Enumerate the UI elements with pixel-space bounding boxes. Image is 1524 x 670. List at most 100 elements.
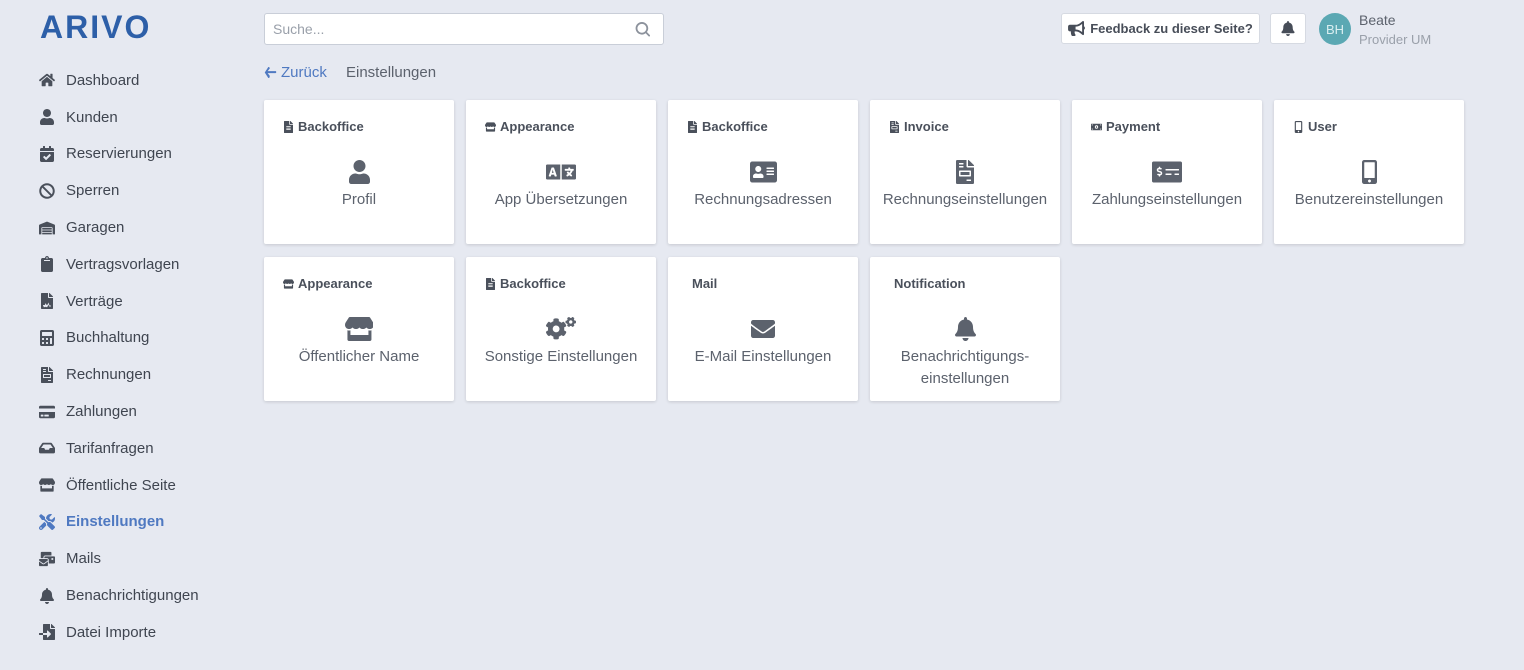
card-category: Mail	[692, 276, 717, 291]
card-category-label: Backoffice	[702, 119, 768, 134]
settings-card[interactable]: Backoffice Profil	[264, 100, 454, 244]
breadcrumb-current: Einstellungen	[346, 64, 437, 81]
arivo-logo[interactable]: ARIVO	[40, 10, 160, 46]
sidebar-item-datei-importe[interactable]: Datei Importe	[0, 614, 240, 651]
mail-bulk-icon	[38, 550, 55, 567]
avatar[interactable]: BH	[1319, 13, 1351, 45]
avatar-initials: BH	[1325, 21, 1345, 37]
sidebar-item-label: Verträge	[66, 292, 123, 310]
file-signature-icon	[38, 293, 55, 310]
bullhorn-icon	[1068, 21, 1086, 36]
card-category: Backoffice	[485, 276, 566, 291]
card-category: Payment	[1091, 119, 1160, 134]
user-icon	[264, 160, 454, 184]
cogs-icon	[466, 317, 656, 341]
settings-card[interactable]: Backoffice Sonstige Einstellungen	[466, 257, 656, 401]
card-title: Rechnungsadressen	[694, 191, 832, 208]
sidebar-item-kunden[interactable]: Kunden	[0, 99, 240, 136]
file-import-icon	[38, 624, 55, 641]
sidebar-item-garagen[interactable]: Garagen	[0, 209, 240, 246]
settings-card[interactable]: User Benutzereinstellungen	[1274, 100, 1464, 244]
card-title: Profil	[341, 191, 377, 208]
calculator-icon	[38, 329, 55, 346]
card-category-label: Backoffice	[500, 276, 566, 291]
sidebar: ARIVO Dashboard Kunden Reservierungen Sperr…	[0, 0, 240, 670]
user-icon	[38, 109, 55, 126]
sidebar-item-label: Benachrichtigungen	[66, 587, 199, 605]
sidebar-item-mails[interactable]: Mails	[0, 540, 240, 577]
card-category-label: Notification	[894, 276, 966, 291]
arrow-left-icon	[264, 67, 277, 79]
home-icon	[38, 72, 55, 89]
envelope-icon	[668, 317, 858, 341]
store-icon	[283, 278, 298, 290]
inbox-icon	[38, 440, 55, 457]
feedback-button[interactable]: Feedback zu dieser Seite?	[1061, 13, 1260, 44]
money-bill-icon	[1091, 121, 1106, 133]
sidebar-item-einstellungen[interactable]: Einstellungen	[0, 504, 240, 541]
sidebar-item-öffentliche-seite[interactable]: Öffentliche Seite	[0, 467, 240, 504]
sidebar-item-vertragsvorlagen[interactable]: Vertragsvorlagen	[0, 246, 240, 283]
settings-card[interactable]: Invoice Rechnungseinstellungen	[870, 100, 1060, 244]
sidebar-item-label: Mails	[66, 550, 102, 568]
sidebar-item-rechnungen[interactable]: Rechnungen	[0, 356, 240, 393]
search-input[interactable]	[265, 21, 627, 37]
sidebar-item-verträge[interactable]: Verträge	[0, 283, 240, 320]
card-title: App Übersetzungen	[494, 191, 628, 208]
svg-text:ARIVO: ARIVO	[40, 10, 151, 45]
money-check-icon	[1072, 160, 1262, 184]
mobile-icon	[1293, 120, 1308, 133]
sidebar-item-reservierungen[interactable]: Reservierungen	[0, 136, 240, 173]
card-title: Öffentlicher Name	[298, 348, 420, 365]
bell-icon	[1281, 21, 1295, 36]
card-category: Invoice	[889, 119, 949, 134]
calendar-check-icon	[38, 145, 55, 162]
card-title: Zahlungseinstellungen	[1091, 191, 1243, 208]
back-label: Zurück	[281, 64, 327, 81]
card-category: User	[1293, 119, 1337, 134]
sidebar-item-label: Reservierungen	[66, 145, 172, 163]
sidebar-item-buchhaltung[interactable]: Buchhaltung	[0, 320, 240, 357]
sidebar-item-label: Garagen	[66, 219, 125, 237]
card-title: E-Mail Einstellungen	[694, 348, 832, 365]
settings-card[interactable]: Appearance App Übersetzungen	[466, 100, 656, 244]
sidebar-item-benachrichtigungen[interactable]: Benachrichtigungen	[0, 577, 240, 614]
card-category: Backoffice	[687, 119, 768, 134]
settings-card[interactable]: Appearance Öffentlicher Name	[264, 257, 454, 401]
sidebar-item-label: Tarifanfragen	[66, 439, 154, 457]
settings-card[interactable]: Backoffice Rechnungsadressen	[668, 100, 858, 244]
sidebar-item-dashboard[interactable]: Dashboard	[0, 62, 240, 99]
sidebar-item-label: Buchhaltung	[66, 329, 150, 347]
sidebar-item-label: Sperren	[66, 182, 120, 200]
sidebar-item-sperren[interactable]: Sperren	[0, 172, 240, 209]
store-icon	[38, 477, 55, 494]
sidebar-item-tarifanfragen[interactable]: Tarifanfragen	[0, 430, 240, 467]
sidebar-item-label: Einstellungen	[66, 513, 165, 531]
sidebar-item-label: Zahlungen	[66, 403, 137, 421]
card-title: Sonstige Einstellungen	[484, 348, 638, 365]
file-icon	[485, 277, 500, 290]
search-icon[interactable]	[627, 21, 657, 37]
warehouse-icon	[38, 219, 55, 236]
card-category-label: Appearance	[298, 276, 373, 291]
clipboard-icon	[38, 256, 55, 273]
logo-wordmark: ARIVO	[40, 10, 151, 45]
card-category-label: Backoffice	[298, 119, 364, 134]
card-category: Backoffice	[283, 119, 364, 134]
back-link[interactable]: Zurück	[264, 64, 327, 81]
sidebar-item-label: Datei Importe	[66, 623, 157, 641]
settings-card[interactable]: Payment Zahlungseinstellungen	[1072, 100, 1262, 244]
bell-icon	[870, 317, 1060, 341]
ban-icon	[38, 182, 55, 199]
language-icon	[466, 160, 656, 184]
file-invoice-icon	[870, 160, 1060, 184]
sidebar-item-zahlungen[interactable]: Zahlungen	[0, 393, 240, 430]
store-icon	[485, 121, 500, 133]
settings-card[interactable]: Mail E-Mail Einstellungen	[668, 257, 858, 401]
sidebar-item-label: Rechnungen	[66, 366, 152, 384]
user-name[interactable]: Beate	[1359, 12, 1396, 28]
notifications-button[interactable]	[1270, 13, 1306, 44]
settings-card[interactable]: Notification Benachrichtigungs- einstellu…	[870, 257, 1060, 401]
card-category-label: Appearance	[500, 119, 575, 134]
search-box[interactable]	[264, 13, 664, 45]
